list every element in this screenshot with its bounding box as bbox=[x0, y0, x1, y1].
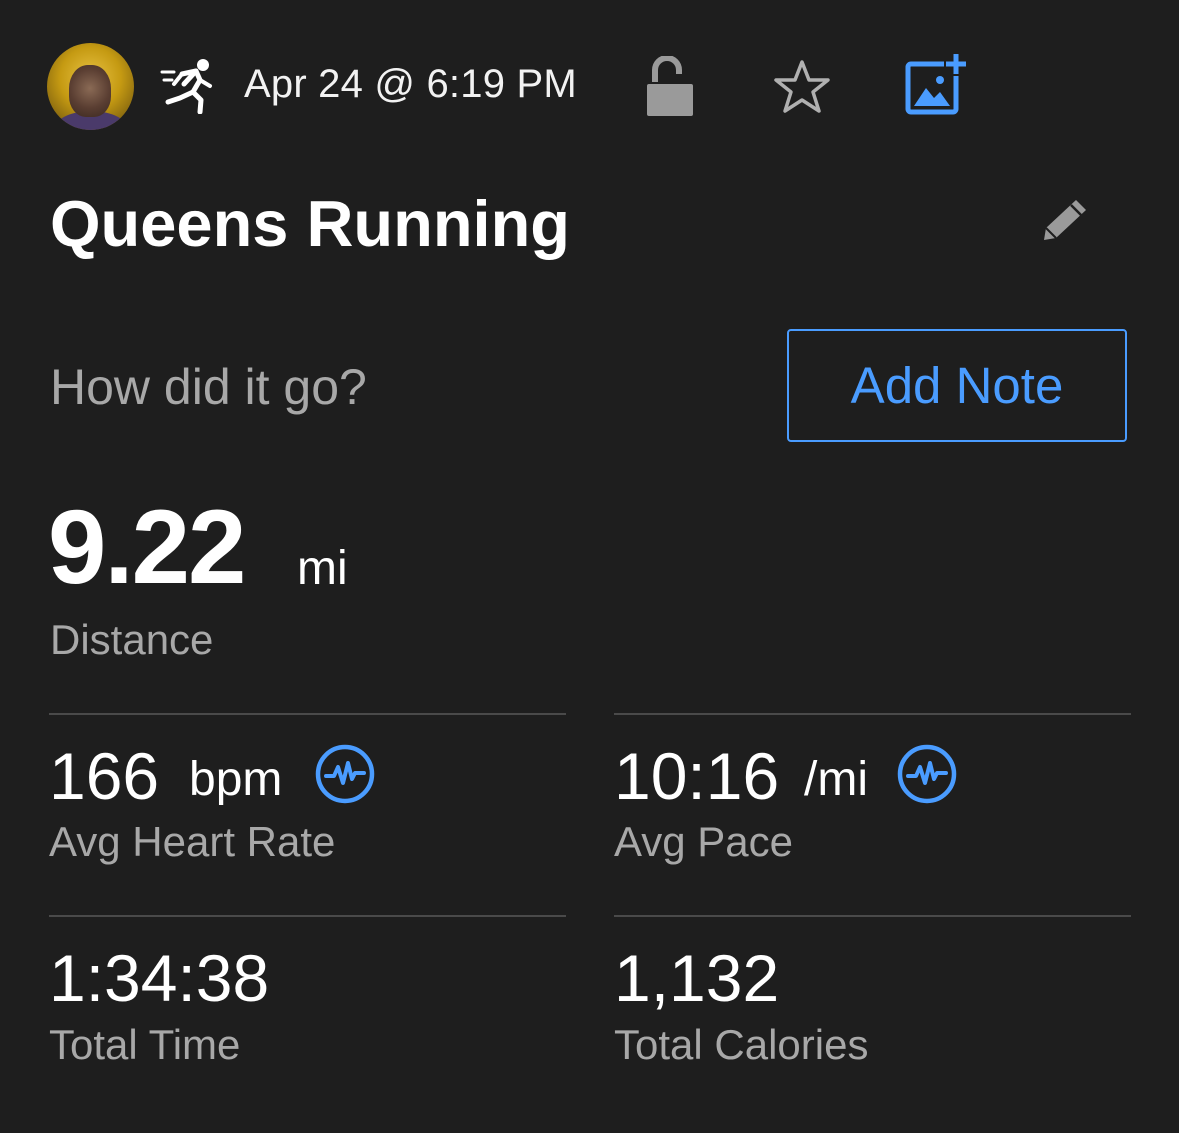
pace-value: 10:16 bbox=[614, 739, 780, 813]
pace-unit: /mi bbox=[804, 753, 868, 806]
note-prompt: How did it go? bbox=[50, 359, 367, 415]
chart-pulse-icon[interactable] bbox=[314, 743, 376, 805]
divider bbox=[49, 713, 566, 715]
add-note-button[interactable]: Add Note bbox=[787, 329, 1127, 442]
total-calories-label: Total Calories bbox=[614, 1021, 869, 1068]
distance-value: 9.22 bbox=[48, 489, 246, 606]
chart-pulse-icon[interactable] bbox=[896, 743, 958, 805]
divider bbox=[49, 915, 566, 917]
user-avatar[interactable] bbox=[47, 43, 134, 130]
distance-unit: mi bbox=[297, 542, 348, 595]
activity-title: Queens Running bbox=[50, 187, 570, 260]
total-time-label: Total Time bbox=[49, 1021, 241, 1068]
heart-rate-value: 166 bbox=[49, 739, 160, 813]
star-icon[interactable] bbox=[772, 58, 832, 116]
running-icon bbox=[160, 59, 212, 114]
pace-label: Avg Pace bbox=[614, 818, 794, 865]
pencil-icon[interactable] bbox=[1040, 196, 1090, 242]
add-photo-icon[interactable] bbox=[904, 52, 970, 116]
activity-date-time: Apr 24 @ 6:19 PM bbox=[244, 62, 577, 106]
divider bbox=[614, 713, 1131, 715]
heart-rate-unit: bpm bbox=[189, 753, 283, 806]
heart-rate-label: Avg Heart Rate bbox=[49, 818, 336, 865]
divider bbox=[614, 915, 1131, 917]
total-calories-value: 1,132 bbox=[614, 941, 780, 1015]
distance-label: Distance bbox=[50, 616, 214, 663]
avatar-face bbox=[69, 65, 111, 117]
activity-summary-page: Apr 24 @ 6:19 PM Queens Running How did … bbox=[0, 0, 1179, 1133]
total-time-value: 1:34:38 bbox=[49, 941, 270, 1015]
unlock-icon[interactable] bbox=[645, 56, 695, 118]
